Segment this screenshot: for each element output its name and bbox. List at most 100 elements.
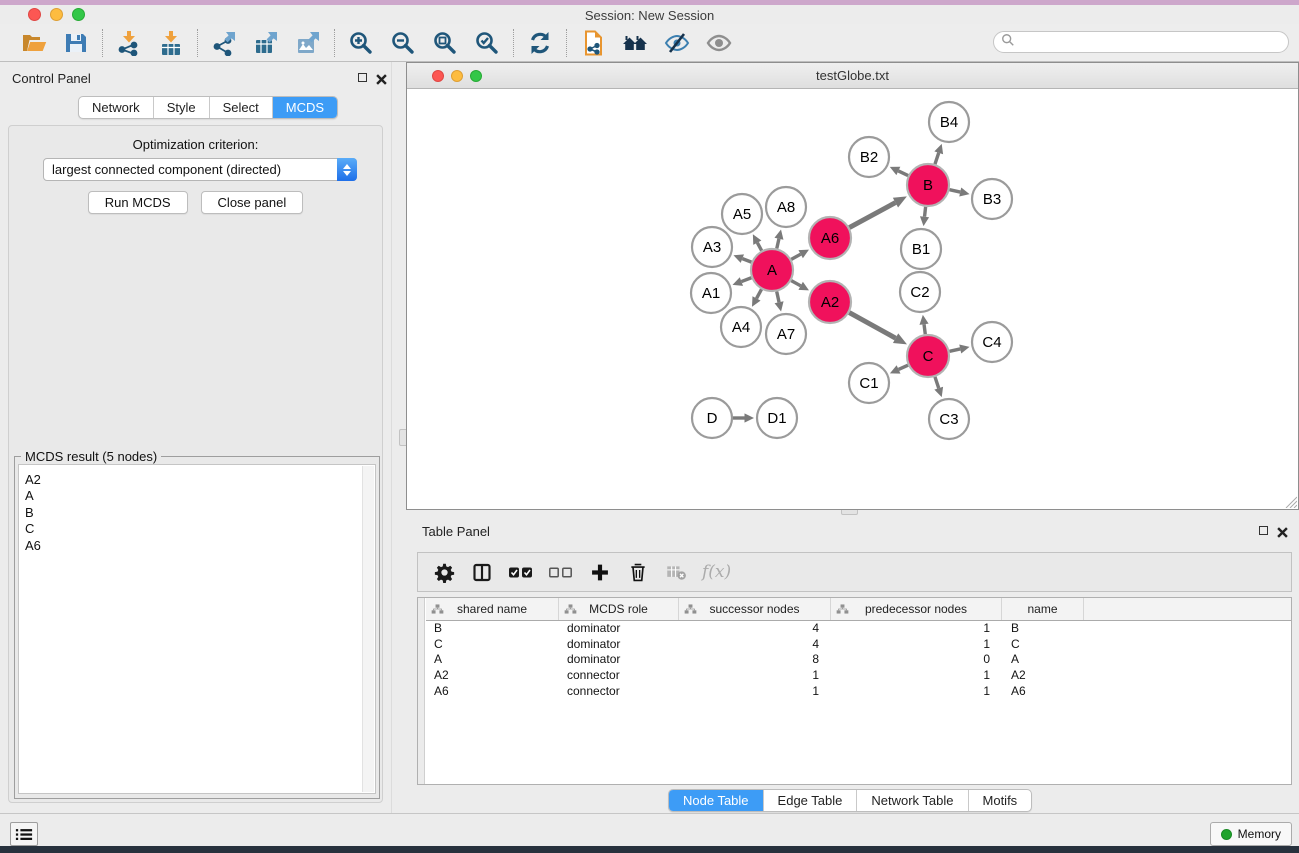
refresh-layout-icon[interactable] xyxy=(521,28,559,58)
graph-edge-C-C3[interactable] xyxy=(934,377,943,397)
table-cell[interactable]: 1 xyxy=(679,684,831,700)
tab-select[interactable]: Select xyxy=(209,97,272,118)
import-table-icon[interactable] xyxy=(152,28,190,58)
graph-edge-A-A8[interactable] xyxy=(774,229,783,248)
delete-table-icon[interactable] xyxy=(664,559,688,585)
table-cell[interactable]: C xyxy=(426,637,559,653)
save-session-icon[interactable] xyxy=(57,28,95,58)
graph-node-B2[interactable]: B2 xyxy=(849,137,889,177)
show-all-icon[interactable] xyxy=(700,28,738,58)
table-cell[interactable]: A xyxy=(1002,652,1084,668)
result-list-scrollbar[interactable] xyxy=(362,466,374,792)
export-image-icon[interactable] xyxy=(289,28,327,58)
select-all-check-icon[interactable] xyxy=(508,559,534,585)
tab-network[interactable]: Network xyxy=(79,97,153,118)
tab-edge-table[interactable]: Edge Table xyxy=(763,790,857,811)
table-cell[interactable]: A6 xyxy=(1002,684,1084,700)
graph-node-C3[interactable]: C3 xyxy=(929,399,969,439)
graph-node-C2[interactable]: C2 xyxy=(900,272,940,312)
tab-motifs[interactable]: Motifs xyxy=(968,790,1032,811)
graph-edge-B-B2[interactable] xyxy=(890,167,908,176)
graph-edge-A-A5[interactable] xyxy=(753,234,762,250)
table-cell[interactable]: B xyxy=(1002,621,1084,637)
table-cell[interactable]: A2 xyxy=(1002,668,1084,684)
graph-node-C1[interactable]: C1 xyxy=(849,363,889,403)
graph-edge-B-B1[interactable] xyxy=(920,207,929,226)
column-header-shared-name[interactable]: shared name xyxy=(426,598,559,620)
first-neighbors-icon[interactable] xyxy=(616,28,654,58)
graph-node-D[interactable]: D xyxy=(692,398,732,438)
criterion-dropdown[interactable]: largest connected component (directed) xyxy=(43,158,357,181)
graph-edge-A-A6[interactable] xyxy=(791,250,809,260)
open-session-icon[interactable] xyxy=(15,28,53,58)
table-row[interactable]: Bdominator41B xyxy=(426,621,1291,637)
table-cell[interactable]: dominator xyxy=(559,652,679,668)
graph-node-A8[interactable]: A8 xyxy=(766,187,806,227)
resize-grip-icon[interactable] xyxy=(1285,496,1297,508)
table-cell[interactable]: dominator xyxy=(559,621,679,637)
delete-column-icon[interactable] xyxy=(626,559,650,585)
table-row[interactable]: Adominator80A xyxy=(426,652,1291,668)
table-cell[interactable]: 1 xyxy=(679,668,831,684)
table-cell[interactable]: connector xyxy=(559,668,679,684)
table-cell[interactable]: 1 xyxy=(831,621,1002,637)
table-cell[interactable]: C xyxy=(1002,637,1084,653)
graph-edge-C-C2[interactable] xyxy=(919,315,928,334)
graph-edge-C-C4[interactable] xyxy=(949,344,969,353)
import-network-icon[interactable] xyxy=(110,28,148,58)
tab-network-table[interactable]: Network Table xyxy=(856,790,967,811)
table-cell[interactable]: connector xyxy=(559,684,679,700)
hide-selected-icon[interactable] xyxy=(658,28,696,58)
tab-mcds[interactable]: MCDS xyxy=(272,97,337,118)
control-panel-float-icon[interactable] xyxy=(358,73,367,82)
table-row[interactable]: A2connector11A2 xyxy=(426,668,1291,684)
column-layout-icon[interactable] xyxy=(470,559,494,585)
zoom-out-icon[interactable] xyxy=(384,28,422,58)
graph-edge-B-B3[interactable] xyxy=(949,188,969,197)
table-cell[interactable]: A6 xyxy=(426,684,559,700)
graph-edge-A6-B[interactable] xyxy=(849,196,907,227)
table-panel-float-icon[interactable] xyxy=(1259,526,1268,535)
table-row[interactable]: Cdominator41C xyxy=(426,637,1291,653)
table-cell[interactable]: 1 xyxy=(831,684,1002,700)
close-panel-button[interactable]: Close panel xyxy=(201,191,304,214)
graph-edge-A-A7[interactable] xyxy=(775,291,784,311)
export-network-icon[interactable] xyxy=(205,28,243,58)
graph-node-B[interactable]: B xyxy=(907,164,949,206)
control-panel-close-icon[interactable] xyxy=(376,72,387,83)
graph-node-A1[interactable]: A1 xyxy=(691,273,731,313)
graph-node-B1[interactable]: B1 xyxy=(901,229,941,269)
result-list-item[interactable]: B xyxy=(25,505,375,521)
zoom-in-icon[interactable] xyxy=(342,28,380,58)
table-cell[interactable]: B xyxy=(426,621,559,637)
table-cell[interactable]: dominator xyxy=(559,637,679,653)
graph-node-A7[interactable]: A7 xyxy=(766,314,806,354)
add-column-icon[interactable] xyxy=(588,559,612,585)
result-list-item[interactable]: A6 xyxy=(25,538,375,554)
result-list-item[interactable]: A xyxy=(25,488,375,504)
graph-node-A3[interactable]: A3 xyxy=(692,227,732,267)
memory-button[interactable]: Memory xyxy=(1210,822,1292,846)
network-canvas[interactable]: B4B2BB3A8A5A6A3B1AC2A1A2A4A7C4CC1DD1C3 xyxy=(407,89,1298,509)
tab-style[interactable]: Style xyxy=(153,97,209,118)
table-cell[interactable]: A2 xyxy=(426,668,559,684)
deselect-all-icon[interactable] xyxy=(548,559,574,585)
column-header-predecessor-nodes[interactable]: predecessor nodes xyxy=(831,598,1002,620)
column-header-name[interactable]: name xyxy=(1002,598,1084,620)
result-list-item[interactable]: A2 xyxy=(25,472,375,488)
table-cell[interactable]: A xyxy=(426,652,559,668)
run-mcds-button[interactable]: Run MCDS xyxy=(88,191,188,214)
graph-node-C4[interactable]: C4 xyxy=(972,322,1012,362)
graph-node-B4[interactable]: B4 xyxy=(929,102,969,142)
graph-node-C[interactable]: C xyxy=(907,335,949,377)
graph-node-B3[interactable]: B3 xyxy=(972,179,1012,219)
graph-node-A5[interactable]: A5 xyxy=(722,194,762,234)
table-cell[interactable]: 4 xyxy=(679,637,831,653)
graph-node-A6[interactable]: A6 xyxy=(809,217,851,259)
graph-edge-B-B4[interactable] xyxy=(934,144,943,164)
graph-edge-A-A2[interactable] xyxy=(791,281,809,291)
table-cell[interactable]: 1 xyxy=(831,637,1002,653)
table-row[interactable]: A6connector11A6 xyxy=(426,684,1291,700)
graph-edge-A-A4[interactable] xyxy=(752,289,762,306)
column-header-MCDS-role[interactable]: MCDS role xyxy=(559,598,679,620)
